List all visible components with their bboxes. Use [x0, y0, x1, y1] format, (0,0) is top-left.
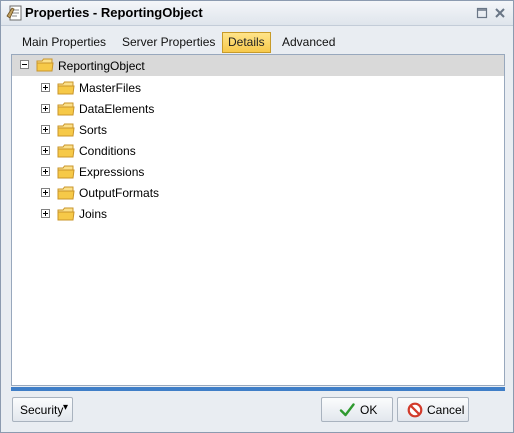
plus-icon[interactable] — [41, 146, 50, 155]
tree-root-row[interactable]: ReportingObject — [12, 55, 504, 76]
properties-icon — [6, 5, 22, 21]
tree-node-sorts[interactable]: Sorts — [12, 120, 212, 140]
tree-node-label: Conditions — [79, 144, 136, 158]
folder-icon — [57, 102, 75, 116]
close-icon[interactable] — [494, 7, 506, 19]
dialog-footer: Security ▾ OK Cancel — [11, 391, 505, 427]
tree-root-label: ReportingObject — [58, 59, 145, 73]
tree-node-outputformats[interactable]: OutputFormats — [12, 183, 212, 203]
ok-label: OK — [360, 403, 378, 417]
tree-node-conditions[interactable]: Conditions — [12, 141, 212, 161]
folder-icon — [57, 81, 75, 95]
window-title: Properties - ReportingObject — [25, 5, 203, 20]
tree-node-label: Expressions — [79, 165, 145, 179]
maximize-icon[interactable] — [476, 7, 488, 19]
tree-node-label: Joins — [79, 207, 108, 221]
folder-icon — [57, 207, 75, 221]
plus-icon[interactable] — [41, 125, 50, 134]
folder-icon — [57, 123, 75, 137]
plus-icon[interactable] — [41, 104, 50, 113]
cancel-label: Cancel — [427, 403, 465, 417]
tree-node-joins[interactable]: Joins — [12, 204, 212, 224]
folder-icon — [57, 186, 75, 200]
ok-button[interactable]: OK — [321, 397, 393, 422]
tree-node-label: DataElements — [79, 102, 155, 116]
tree-node-expressions[interactable]: Expressions — [12, 162, 212, 182]
tree-node-label: MasterFiles — [79, 81, 142, 95]
details-panel: ReportingObject MasterFiles DataElements — [11, 54, 505, 386]
cancel-button[interactable]: Cancel — [397, 397, 469, 422]
plus-icon[interactable] — [41, 209, 50, 218]
plus-icon[interactable] — [41, 188, 50, 197]
checkmark-icon — [339, 403, 355, 417]
tab-advanced[interactable]: Advanced — [276, 32, 341, 53]
minus-icon[interactable] — [20, 60, 29, 69]
properties-dialog: Properties - ReportingObject Main Proper… — [0, 0, 514, 433]
tree-node-label: Sorts — [79, 123, 108, 137]
chevron-down-icon: ▾ — [63, 402, 69, 413]
plus-icon[interactable] — [41, 83, 50, 92]
tab-details[interactable]: Details — [222, 32, 271, 53]
security-label: Security — [20, 403, 64, 417]
folder-icon — [57, 144, 75, 158]
title-bar[interactable]: Properties - ReportingObject — [1, 1, 513, 26]
tab-server-properties[interactable]: Server Properties — [116, 32, 221, 53]
no-entry-icon — [407, 402, 423, 418]
folder-icon — [57, 165, 75, 179]
security-button[interactable]: Security ▾ — [12, 397, 73, 422]
tab-main-properties[interactable]: Main Properties — [16, 32, 112, 53]
plus-icon[interactable] — [41, 167, 50, 176]
tree-node-label: OutputFormats — [79, 186, 160, 200]
folder-icon — [36, 58, 54, 72]
tree-node-dataelements[interactable]: DataElements — [12, 99, 212, 119]
tree-node-masterfiles[interactable]: MasterFiles — [12, 78, 212, 98]
